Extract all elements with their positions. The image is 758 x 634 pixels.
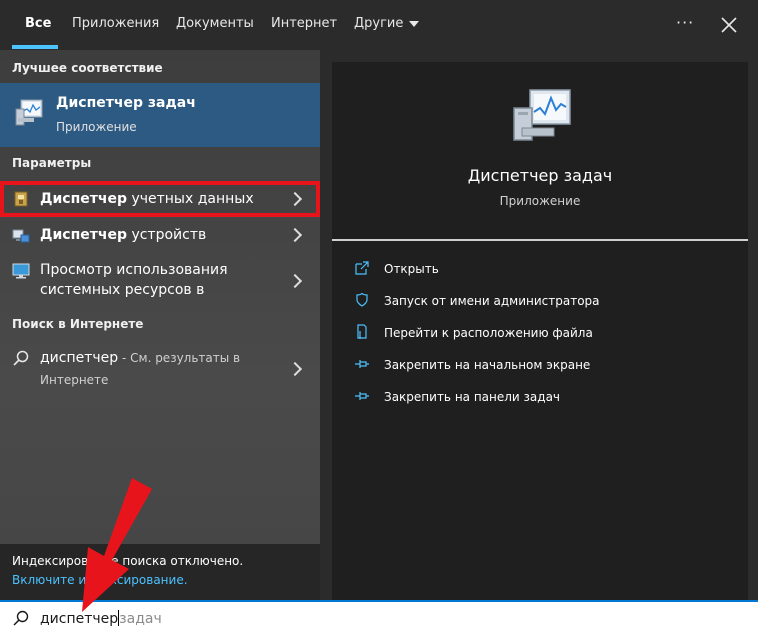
open-icon xyxy=(355,261,369,275)
action-label: Закрепить на начальном экране xyxy=(384,358,591,372)
task-manager-icon xyxy=(513,89,571,141)
action-label: Закрепить на панели задач xyxy=(384,390,561,404)
tab-documents[interactable]: Документы xyxy=(176,0,254,50)
chevron-down-icon xyxy=(409,20,420,27)
device-manager-bold: Диспетчер xyxy=(40,227,127,243)
chevron-right-icon xyxy=(287,361,303,377)
filter-tab-bar: Все Приложения Документы Интернет Другие… xyxy=(0,0,758,50)
tab-other-label: Другие xyxy=(354,16,404,31)
action-label: Запуск от имени администратора xyxy=(384,294,600,308)
search-typed-text: диспетчер xyxy=(40,611,119,627)
preview-panel: Диспетчер задач Приложение Открыть Запус… xyxy=(332,62,748,600)
monitor-icon xyxy=(12,263,30,279)
file-location-icon xyxy=(357,324,367,339)
resource-usage-line2: системных ресурсов в xyxy=(40,282,205,298)
pin-icon xyxy=(355,360,369,368)
chevron-right-icon xyxy=(287,227,303,243)
search-icon xyxy=(13,350,29,366)
close-icon[interactable] xyxy=(718,14,740,36)
best-match-header: Лучшее соответствие xyxy=(12,61,163,75)
task-manager-icon xyxy=(15,99,43,126)
highlight-box xyxy=(0,181,320,217)
tab-apps[interactable]: Приложения xyxy=(72,0,159,50)
best-match-subtitle: Приложение xyxy=(56,120,137,134)
settings-item-resource-usage[interactable]: Просмотр использования системных ресурсо… xyxy=(0,259,320,303)
web-search-item[interactable]: диспетчер - См. результаты в Интернете xyxy=(0,347,320,389)
enable-indexing-link[interactable]: Включите индексирование. xyxy=(12,573,188,587)
indexing-notice: Индексирование поиска отключено. Включит… xyxy=(0,544,320,600)
settings-item-device-manager[interactable]: Диспетчер устройств xyxy=(0,223,320,247)
tab-internet[interactable]: Интернет xyxy=(271,0,337,50)
search-suggestion: задач xyxy=(119,611,162,627)
web-suffix: - См. результаты в xyxy=(118,351,241,365)
preview-divider xyxy=(332,239,748,241)
preview-title: Диспетчер задач xyxy=(467,166,613,185)
web-query: диспетчер xyxy=(40,350,119,366)
chevron-right-icon xyxy=(287,273,303,289)
search-bar[interactable]: диспетчерзадач xyxy=(0,600,758,634)
settings-header: Параметры xyxy=(12,156,92,170)
active-tab-indicator xyxy=(12,45,58,49)
search-icon xyxy=(13,610,29,626)
more-options-button[interactable]: ··· xyxy=(676,0,694,50)
device-manager-rest: устройств xyxy=(127,227,207,243)
device-manager-icon xyxy=(12,229,30,243)
best-match-title: Диспетчер задач xyxy=(56,95,196,111)
resource-usage-line1: Просмотр использования xyxy=(40,262,228,278)
action-label: Перейти к расположению файла xyxy=(384,326,593,340)
pin-icon xyxy=(355,392,369,400)
web-suffix-line2: Интернете xyxy=(40,373,109,387)
tab-all[interactable]: Все xyxy=(25,0,51,50)
preview-subtitle: Приложение xyxy=(499,194,581,208)
best-match-item[interactable]: Диспетчер задач Приложение xyxy=(0,83,320,147)
search-input[interactable]: диспетчерзадач xyxy=(40,610,162,627)
tab-other[interactable]: Другие xyxy=(354,0,420,50)
indexing-off-text: Индексирование поиска отключено. xyxy=(12,554,244,568)
action-label: Открыть xyxy=(384,262,439,276)
results-panel: Лучшее соответствие Диспетчер задач Прил… xyxy=(0,50,320,600)
web-search-header: Поиск в Интернете xyxy=(12,317,144,331)
shield-icon xyxy=(356,292,368,307)
